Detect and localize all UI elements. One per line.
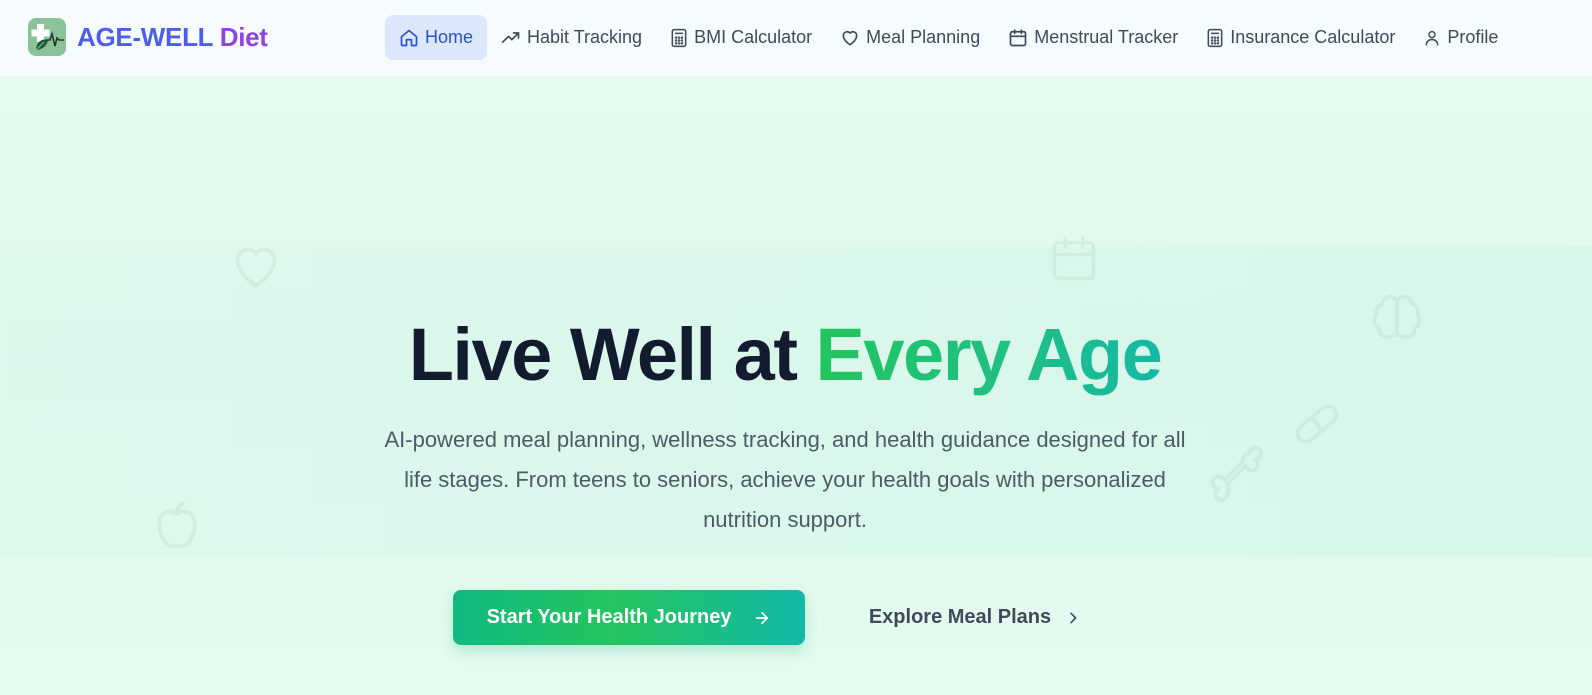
brand-name-part1: AGE-WELL — [77, 21, 213, 52]
nav-label-profile: Profile — [1447, 27, 1499, 47]
nav-label-menstrual-tracker: Menstrual Tracker — [1034, 27, 1179, 47]
nav-item-bmi-calculator[interactable]: BMI Calculator — [656, 15, 826, 60]
nav-label-bmi-calculator: BMI Calculator — [694, 27, 813, 47]
arrow-right-icon — [756, 611, 769, 624]
nav-label-habit-tracking: Habit Tracking — [527, 27, 643, 47]
trending-up-icon — [501, 31, 520, 43]
calendar-icon — [1052, 236, 1096, 281]
home-icon — [400, 29, 418, 46]
hero-headline: Live Well at Every Age — [0, 310, 1570, 400]
nav-item-insurance-calculator[interactable]: Insurance Calculator — [1192, 15, 1409, 60]
apple-icon — [157, 501, 197, 549]
hero-section: Live Well at Every Age AI-powered meal p… — [0, 77, 1592, 695]
hero-headline-accent: Every Age — [815, 313, 1163, 396]
calculator-icon — [671, 28, 687, 47]
nav-label-insurance-calculator: Insurance Calculator — [1230, 27, 1396, 47]
start-journey-label: Start Your Health Journey — [486, 606, 732, 628]
hero-subtitle: AI-powered meal planning, wellness track… — [384, 427, 1186, 532]
start-journey-button[interactable]: Start Your Health Journey — [453, 590, 805, 645]
health-cross-leaf-icon — [28, 18, 66, 56]
nav-item-meal-planning[interactable]: Meal Planning — [826, 15, 994, 60]
chevron-right-icon — [1070, 612, 1077, 623]
top-navbar: AGE-WELL Diet Home Habit Tracking BMI Ca… — [0, 0, 1592, 77]
explore-meal-plans-label: Explore Meal Plans — [868, 606, 1052, 628]
nav-label-meal-planning: Meal Planning — [866, 27, 981, 47]
nav-label-home: Home — [425, 27, 474, 47]
hero-headline-main: Live Well at — [408, 313, 798, 396]
nav-item-habit-tracking[interactable]: Habit Tracking — [487, 15, 656, 60]
brand-logo-link[interactable]: AGE-WELL Diet — [28, 18, 268, 56]
bone-icon — [1210, 445, 1264, 502]
brand-name: AGE-WELL Diet — [77, 22, 268, 53]
calculator-icon — [1207, 28, 1223, 47]
heart-icon — [235, 247, 277, 288]
explore-meal-plans-button[interactable]: Explore Meal Plans — [860, 590, 1090, 645]
calendar-icon — [1009, 28, 1027, 46]
heart-icon — [842, 30, 858, 46]
nav-item-profile[interactable]: Profile — [1409, 15, 1512, 60]
nav-item-menstrual-tracker[interactable]: Menstrual Tracker — [994, 15, 1192, 60]
main-nav: Home Habit Tracking BMI Calculator Meal … — [385, 15, 1512, 60]
pill-icon — [1295, 404, 1339, 444]
user-icon — [1425, 30, 1439, 45]
brand-name-part2: Diet — [219, 21, 268, 52]
nav-item-home[interactable]: Home — [385, 15, 488, 60]
